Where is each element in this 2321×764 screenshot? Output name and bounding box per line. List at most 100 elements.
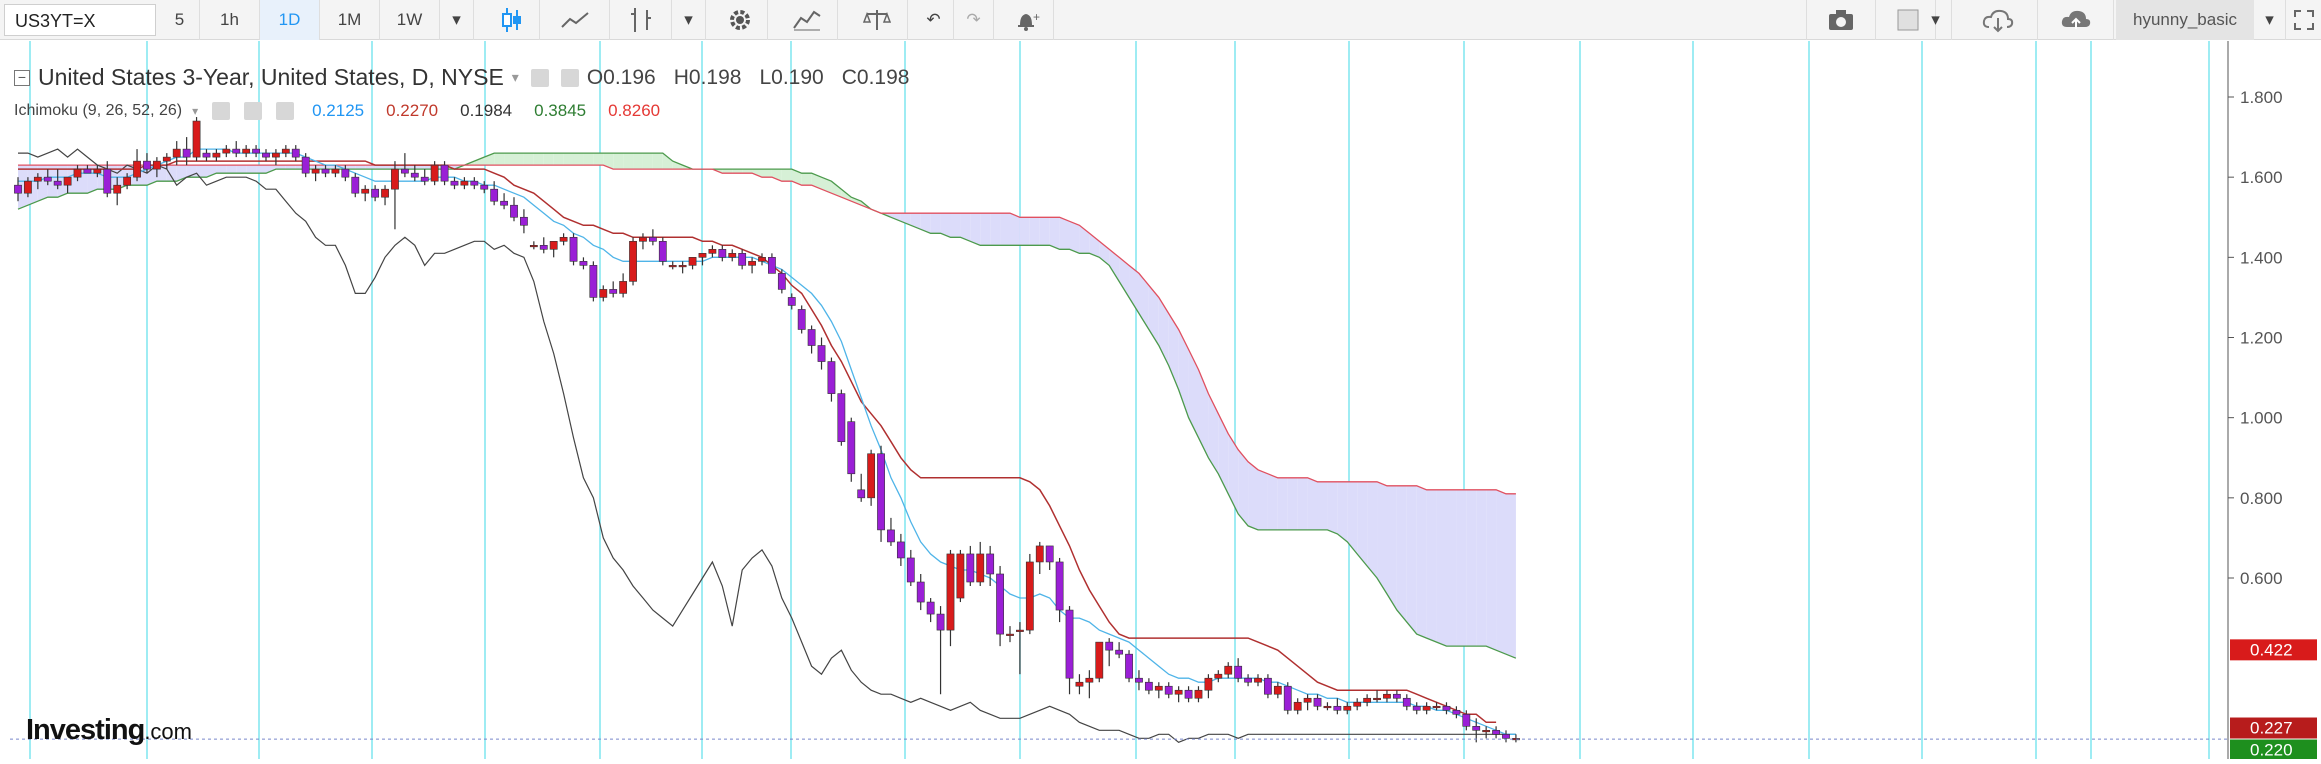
candle-body xyxy=(738,253,747,266)
kumo-cloud-segment xyxy=(1416,485,1427,639)
candle-body xyxy=(262,152,270,158)
collapse-icon[interactable]: − xyxy=(14,69,30,86)
kumo-cloud-segment xyxy=(1029,217,1040,246)
kumo-cloud-segment xyxy=(1059,217,1070,250)
candle-body xyxy=(272,152,280,158)
candle-body xyxy=(480,184,489,190)
candle-body xyxy=(470,180,479,186)
candle-body xyxy=(609,289,618,294)
bar-chart-icon[interactable] xyxy=(610,0,672,40)
kumo-cloud-segment xyxy=(1367,481,1378,578)
kumo-cloud-segment xyxy=(801,173,812,186)
kumo-cloud-segment xyxy=(1258,469,1268,530)
candle-body xyxy=(331,168,340,174)
candle-body xyxy=(1343,705,1352,711)
gear-icon[interactable] xyxy=(712,0,768,40)
indicator-close-icon[interactable] xyxy=(276,102,295,120)
chart-svg[interactable]: 0.600 0.800 1.000 1.200 1.400 1.600 1.800 0.422… xyxy=(0,41,2321,764)
kumo-cloud-segment xyxy=(226,165,237,174)
candle-body xyxy=(232,148,241,154)
candle-body xyxy=(1353,701,1362,707)
fullscreen-icon[interactable] xyxy=(2286,0,2321,40)
color-dropdown-icon[interactable]: ▾ xyxy=(1920,0,1952,40)
indicator-value-2: 0.1984 xyxy=(460,101,513,120)
interval-5-button[interactable]: 5 xyxy=(160,0,200,40)
eye-icon[interactable] xyxy=(530,68,549,87)
candle-body xyxy=(420,176,429,182)
kumo-cloud-segment xyxy=(1248,461,1258,530)
candlestick-icon[interactable] xyxy=(484,0,540,40)
candle-body xyxy=(1234,665,1243,679)
candle-body xyxy=(1333,705,1342,711)
candle-body xyxy=(549,241,558,250)
settings-icon[interactable] xyxy=(560,68,579,87)
indicator-eye-icon[interactable] xyxy=(212,102,231,120)
candle-body xyxy=(24,180,32,194)
kumo-cloud-segment xyxy=(593,153,604,166)
chart-area[interactable]: 0.600 0.800 1.000 1.200 1.400 1.600 1.800 0.422… xyxy=(0,41,2321,764)
candle-body xyxy=(202,152,211,158)
candle-body xyxy=(936,613,945,631)
svg-text:+: + xyxy=(1033,10,1040,24)
candle-body xyxy=(1244,677,1252,683)
indicator-name: Ichimoku (9, 26, 52, 26) xyxy=(14,102,183,119)
cloud-download-icon[interactable] xyxy=(1958,0,2038,40)
candle-body xyxy=(817,345,826,362)
candle-body xyxy=(1373,697,1381,701)
undo-icon[interactable]: ↶ xyxy=(914,0,954,40)
redo-icon[interactable]: ↷ xyxy=(954,0,994,40)
candle-body xyxy=(1264,677,1272,695)
candle-body xyxy=(1105,641,1114,651)
kumo-cloud-segment xyxy=(652,153,663,170)
interval-1d-button[interactable]: 1D xyxy=(260,0,320,40)
alert-bell-icon[interactable]: + xyxy=(1000,0,1054,40)
candle-body xyxy=(391,168,399,190)
candle-body xyxy=(559,236,568,242)
line-chart-icon[interactable] xyxy=(540,0,610,40)
candle-body xyxy=(321,168,330,174)
kumo-cloud-segment xyxy=(1297,477,1308,530)
kumo-cloud-segment xyxy=(504,153,514,166)
kumo-cloud-segment xyxy=(1436,489,1447,647)
user-menu[interactable]: hyunny_basic xyxy=(2116,0,2254,40)
title-dropdown-icon[interactable]: ▾ xyxy=(512,69,519,86)
kumo-cloud-segment xyxy=(781,169,792,182)
candle-body xyxy=(301,156,310,174)
candle-body xyxy=(73,168,82,178)
kumo-cloud-segment xyxy=(1446,489,1457,647)
candle-body xyxy=(1115,649,1124,655)
indicators-icon[interactable] xyxy=(776,0,838,40)
candle-body xyxy=(14,184,22,194)
candle-body xyxy=(896,541,905,559)
kumo-cloud-segment xyxy=(523,153,534,166)
interval-1w-button[interactable]: 1W xyxy=(380,0,440,40)
candle-body xyxy=(1363,697,1372,703)
kumo-cloud-segment xyxy=(1486,489,1497,651)
candle-body xyxy=(1204,677,1213,691)
kumo-cloud-segment xyxy=(1010,213,1020,246)
interval-1h-button[interactable]: 1h xyxy=(200,0,260,40)
cloud-upload-icon[interactable] xyxy=(2038,0,2114,40)
interval-dropdown-icon[interactable]: ▾ xyxy=(440,0,474,40)
candle-body xyxy=(490,188,499,202)
candle-body xyxy=(1402,697,1411,707)
user-dropdown-icon[interactable]: ▾ xyxy=(2254,0,2286,40)
candle-body xyxy=(1482,730,1491,733)
price-axis-label: 1.800 xyxy=(2240,88,2283,107)
candle-body xyxy=(371,188,380,198)
candle-body xyxy=(1283,685,1292,711)
indicator-settings-icon[interactable] xyxy=(244,102,263,120)
symbol-input[interactable]: US3YT=X xyxy=(4,4,156,36)
candle-body xyxy=(43,176,52,182)
candle-body xyxy=(410,172,419,178)
candle-body xyxy=(1432,705,1441,709)
candle-body xyxy=(53,180,62,186)
chart-type-dropdown-icon[interactable]: ▾ xyxy=(672,0,706,40)
candle-body xyxy=(688,257,697,266)
candle-body xyxy=(281,148,290,154)
compare-icon[interactable] xyxy=(846,0,908,40)
interval-1m-button[interactable]: 1M xyxy=(320,0,380,40)
camera-icon[interactable] xyxy=(1806,0,1876,40)
indicator-dropdown-icon[interactable]: ▾ xyxy=(192,104,198,118)
candle-body xyxy=(113,184,122,194)
